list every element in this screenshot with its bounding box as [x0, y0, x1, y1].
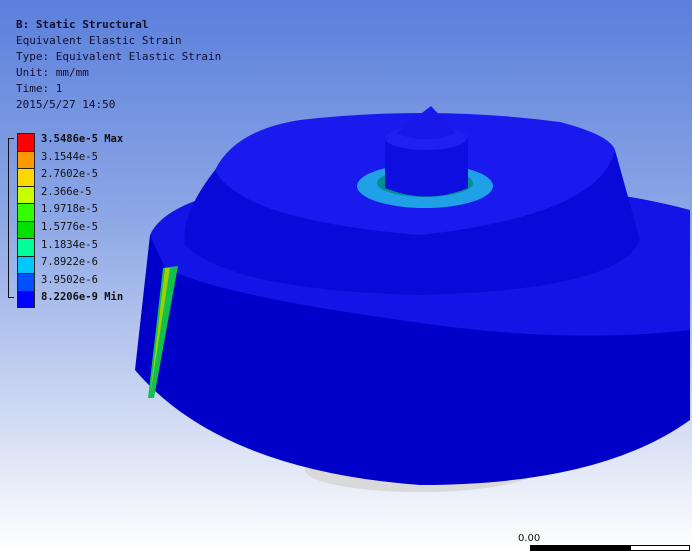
- model-viewport[interactable]: [0, 0, 692, 551]
- scale-label: 0.00: [518, 533, 541, 544]
- scale-bar: [530, 545, 690, 551]
- scale-bar-segment: [630, 545, 690, 551]
